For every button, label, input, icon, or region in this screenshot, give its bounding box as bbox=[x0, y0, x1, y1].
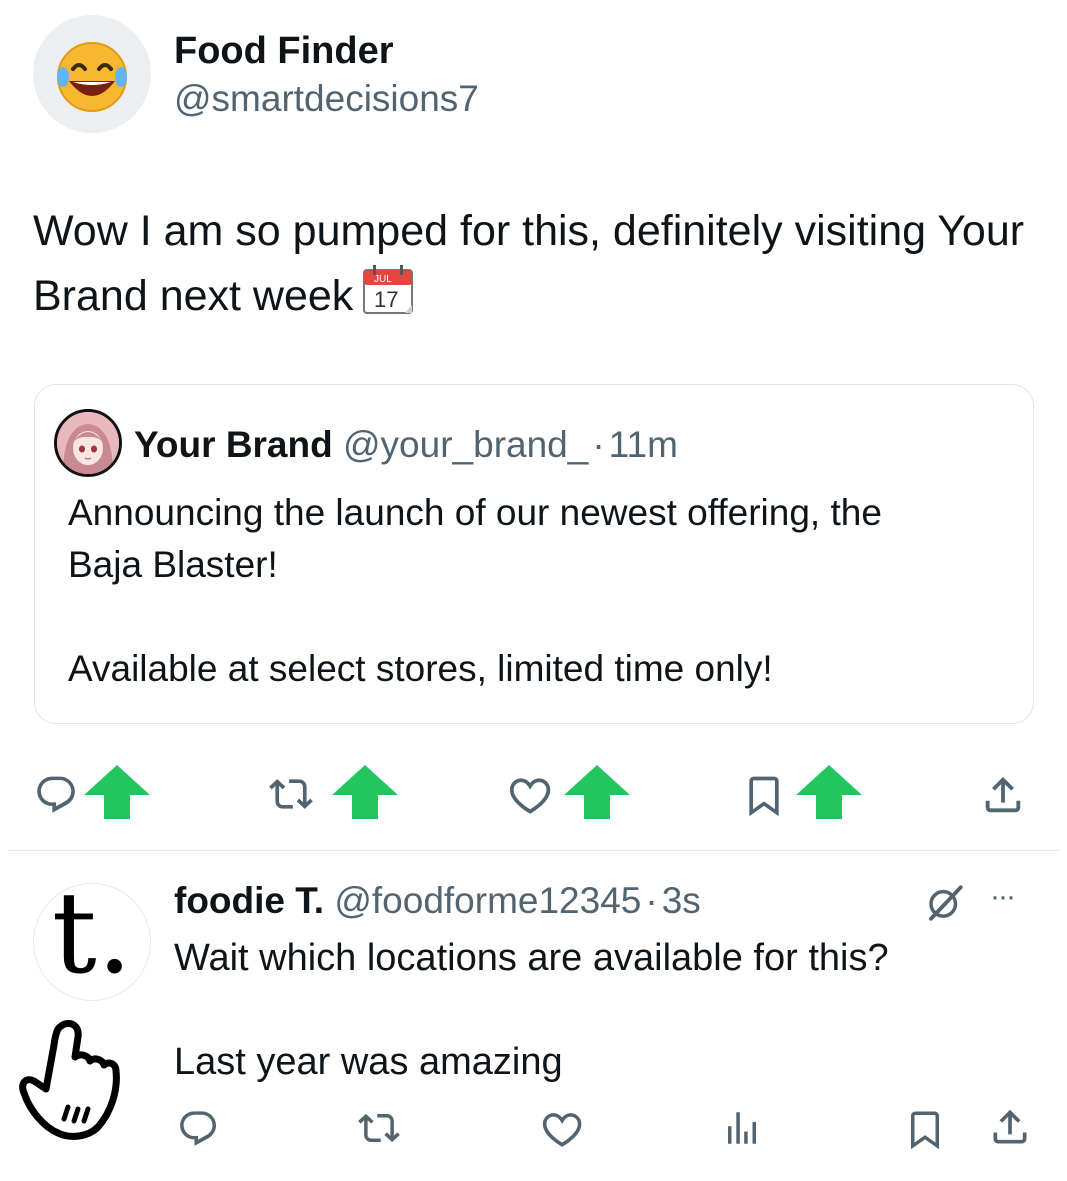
more-options-icon[interactable]: ··· bbox=[990, 880, 1016, 914]
author-name[interactable]: Food Finder bbox=[174, 30, 394, 73]
bookmark-icon[interactable] bbox=[742, 772, 786, 818]
green-up-arrow-icon bbox=[564, 765, 630, 819]
green-up-arrow-icon bbox=[796, 765, 862, 819]
green-up-arrow-icon bbox=[332, 765, 398, 819]
repost-icon[interactable] bbox=[268, 772, 314, 816]
like-heart-icon[interactable] bbox=[540, 1107, 586, 1149]
calendar-month: JUL bbox=[374, 274, 392, 285]
quote-header: Your Brand @your_brand_ · 11m bbox=[134, 424, 678, 466]
reply-icon[interactable] bbox=[34, 772, 78, 816]
quote-author-handle[interactable]: @your_brand_ bbox=[343, 424, 588, 465]
reply-text-line2: Last year was amazing bbox=[174, 1041, 563, 1083]
avatar[interactable] bbox=[33, 15, 151, 133]
quote-text: Announcing the launch of our newest offe… bbox=[68, 492, 882, 689]
reply-text-line1: Wait which locations are available for t… bbox=[174, 937, 889, 979]
repost-icon[interactable] bbox=[356, 1107, 402, 1149]
reply-author-handle[interactable]: @foodforme12345 bbox=[334, 880, 641, 921]
hand-pointer-icon bbox=[19, 1019, 120, 1140]
grok-icon[interactable] bbox=[924, 882, 966, 924]
laughing-face-emoji-icon bbox=[57, 42, 127, 112]
bookmark-icon[interactable] bbox=[904, 1107, 946, 1151]
post-text: Wow I am so pumped for this, definitely … bbox=[33, 200, 1033, 333]
calendar-day: 17 bbox=[374, 287, 398, 312]
reply-avatar-letter: t. bbox=[51, 869, 133, 999]
reply-timestamp[interactable]: 3s bbox=[662, 880, 701, 921]
reply-icon[interactable] bbox=[176, 1107, 220, 1149]
like-heart-icon[interactable] bbox=[508, 772, 554, 816]
quote-avatar[interactable] bbox=[54, 409, 122, 477]
divider bbox=[8, 850, 1060, 851]
analytics-icon[interactable] bbox=[720, 1107, 764, 1149]
share-icon[interactable] bbox=[980, 772, 1026, 818]
quote-timestamp[interactable]: 11m bbox=[609, 424, 678, 465]
quote-author-name[interactable]: Your Brand bbox=[134, 424, 333, 465]
calendar-emoji-icon: JUL 17 bbox=[361, 262, 415, 333]
reply-separator: · bbox=[645, 880, 658, 921]
author-handle[interactable]: @smartdecisions7 bbox=[174, 78, 479, 120]
share-icon[interactable] bbox=[988, 1105, 1032, 1149]
green-up-arrow-icon bbox=[84, 765, 150, 819]
anime-avatar-icon bbox=[57, 412, 119, 474]
quote-separator: · bbox=[592, 424, 605, 465]
reply-header: foodie T. @foodforme12345 · 3s bbox=[174, 880, 701, 922]
reply-author-name[interactable]: foodie T. bbox=[174, 880, 324, 921]
post-body: Wow I am so pumped for this, definitely … bbox=[33, 207, 1025, 320]
